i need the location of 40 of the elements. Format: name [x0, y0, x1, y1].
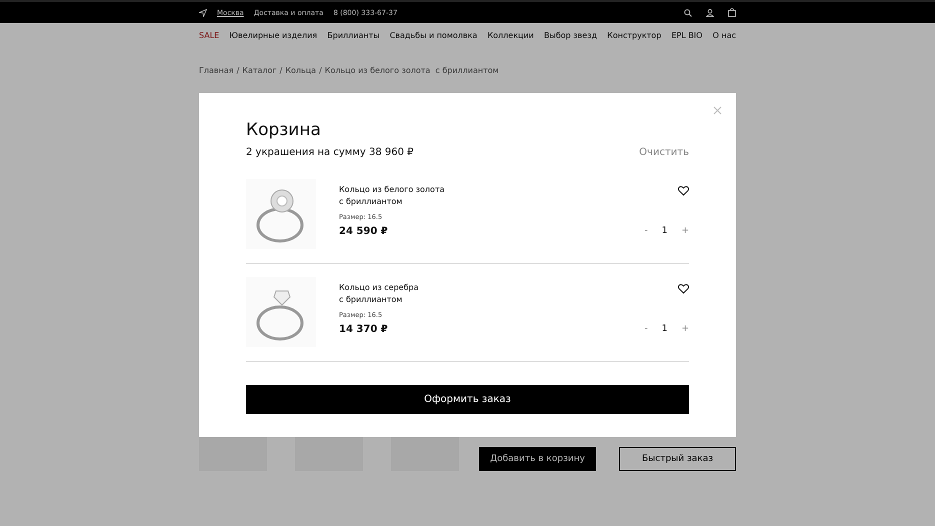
quantity-value: 1 — [662, 324, 668, 334]
breadcrumb-link[interactable]: Главная — [199, 66, 234, 75]
nav-link[interactable]: SALE — [199, 30, 220, 40]
dialog-title: Корзина — [246, 120, 322, 140]
nav-link[interactable]: EPL BIO — [671, 30, 702, 40]
heart-icon[interactable] — [678, 284, 689, 294]
breadcrumb-separator: / — [280, 66, 282, 75]
cart-summary: 2 украшения на сумму 38 960 ₽ — [246, 147, 414, 158]
product-name[interactable]: Кольцо из серебра с бриллиантом — [339, 282, 419, 306]
shopping-bag-icon[interactable] — [728, 8, 736, 17]
nav-link[interactable]: Выбор звезд — [544, 30, 597, 40]
product-name[interactable]: Кольцо из белого золота с бриллиантом — [339, 184, 445, 208]
increase-button[interactable]: + — [681, 324, 689, 334]
breadcrumb-link[interactable]: Кольцо из белого золота с бриллиантом — [324, 66, 499, 75]
product-price: 24 590 ₽ — [339, 226, 389, 237]
product-price: 14 370 ₽ — [339, 324, 389, 335]
breadcrumb-link[interactable]: Кольца — [285, 66, 316, 75]
nav-link[interactable]: Свадьбы и помолвка — [390, 30, 478, 40]
breadcrumb-link[interactable]: Каталог — [242, 66, 277, 75]
nav-link[interactable]: Коллекции — [487, 30, 534, 40]
breadcrumb-separator: / — [236, 66, 240, 75]
nav-link[interactable]: О нас — [712, 30, 736, 40]
add-to-cart-button[interactable]: Добавить в корзину — [479, 447, 596, 471]
clear-link[interactable]: Очистить — [639, 147, 689, 158]
ring-drawing — [246, 277, 316, 347]
quantity-value: 1 — [662, 226, 668, 236]
quick-order-button[interactable]: Быстрый заказ — [619, 447, 736, 471]
increase-button[interactable]: + — [681, 226, 689, 236]
breadcrumb-separator: / — [319, 66, 322, 75]
navigation-arrow-icon — [199, 8, 207, 16]
user-icon[interactable] — [706, 8, 714, 16]
ring-drawing — [246, 179, 316, 249]
checkout-button[interactable]: Оформить заказ — [246, 385, 689, 414]
decrease-button[interactable]: - — [644, 226, 648, 236]
nav-link[interactable]: Конструктор — [607, 30, 662, 40]
nav-link[interactable]: Ювелирные изделия — [229, 30, 318, 40]
heart-icon[interactable] — [678, 186, 689, 196]
decrease-button[interactable]: - — [644, 324, 648, 334]
nav-link[interactable]: Бриллианты — [327, 30, 380, 40]
search-icon[interactable] — [684, 8, 692, 16]
